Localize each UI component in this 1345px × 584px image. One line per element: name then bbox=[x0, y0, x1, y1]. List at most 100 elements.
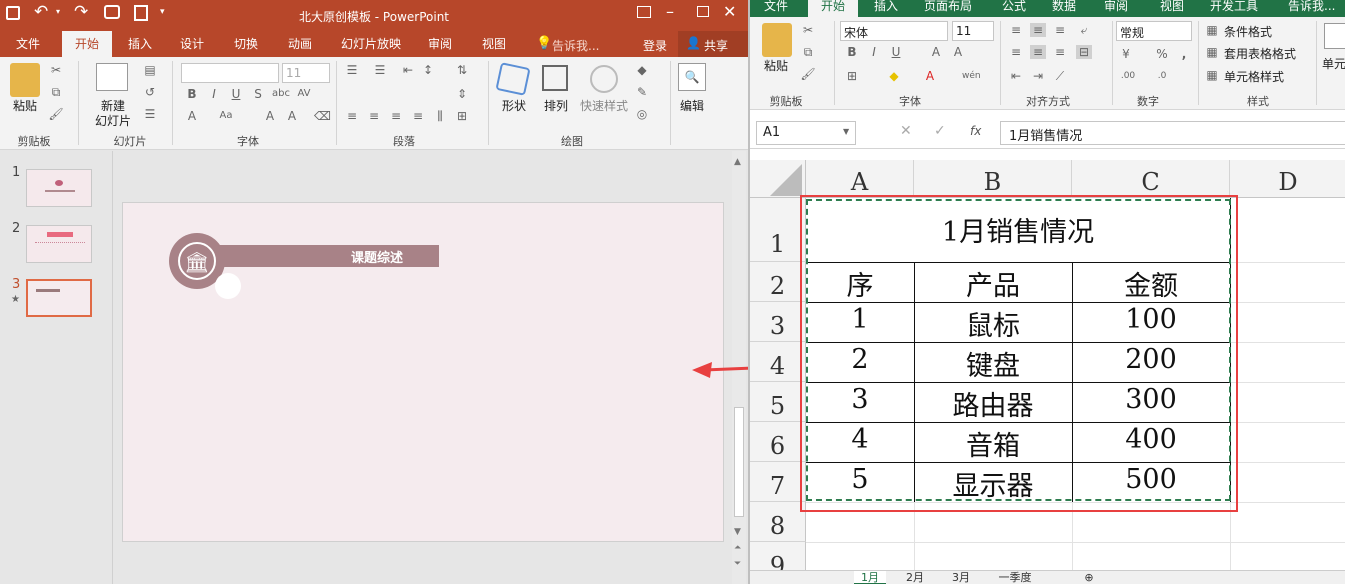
column-header-c[interactable]: C bbox=[1072, 160, 1230, 198]
font-color-icon[interactable]: A bbox=[184, 109, 200, 123]
copy-icon[interactable]: ⧉ bbox=[48, 85, 64, 99]
italic-icon[interactable]: I bbox=[206, 87, 222, 101]
xl-tab-data[interactable]: 数据 bbox=[1052, 0, 1082, 17]
xl-font-name-input[interactable]: 宋体 bbox=[840, 21, 948, 41]
tab-view[interactable]: 视图 bbox=[472, 31, 516, 57]
quick-style-label[interactable]: 快速样式 bbox=[576, 97, 632, 114]
minimize-icon[interactable]: – bbox=[666, 2, 674, 21]
shape-fill-icon[interactable]: ◆ bbox=[634, 63, 650, 77]
slide-thumbnail-2[interactable] bbox=[26, 225, 92, 263]
paste-icon[interactable] bbox=[10, 63, 40, 97]
numbering-icon[interactable]: ☰ bbox=[372, 63, 388, 77]
xl-font-color-icon[interactable]: A bbox=[922, 69, 938, 83]
xl-align-left-icon[interactable]: ≡ bbox=[1008, 45, 1024, 59]
xl-underline-icon[interactable]: U bbox=[888, 45, 904, 59]
xl-copy-icon[interactable]: ⧉ bbox=[800, 45, 816, 59]
shapes-icon[interactable] bbox=[495, 62, 531, 96]
sheet-tab-mar[interactable]: 3月 bbox=[946, 571, 976, 584]
xl-phonetic-icon[interactable]: wén bbox=[962, 69, 981, 83]
font-size-input[interactable]: 11 bbox=[282, 63, 330, 83]
xl-currency-icon[interactable]: ¥ bbox=[1118, 47, 1134, 61]
bold-icon[interactable]: B bbox=[184, 87, 200, 101]
decrease-indent-icon[interactable]: ⇤ bbox=[400, 63, 416, 77]
search-icon[interactable]: 🔍 bbox=[678, 63, 706, 91]
cond-format-icon[interactable]: ▦ bbox=[1204, 23, 1220, 37]
scroll-down-icon[interactable]: ▼ bbox=[734, 527, 741, 537]
xl-percent-icon[interactable]: % bbox=[1154, 47, 1170, 61]
edit-label[interactable]: 编辑 bbox=[676, 97, 708, 114]
columns-icon[interactable]: ⫼ bbox=[432, 109, 448, 123]
xl-font-size-input[interactable]: 11 bbox=[952, 21, 994, 41]
name-box-dropdown-icon[interactable]: ▼ bbox=[843, 127, 849, 136]
xl-tab-page-layout[interactable]: 页面布局 bbox=[924, 0, 984, 17]
cancel-entry-icon[interactable]: ✕ bbox=[900, 123, 912, 139]
tab-design[interactable]: 设计 bbox=[170, 31, 214, 57]
row-header-2[interactable]: 2 bbox=[750, 262, 806, 302]
row-header-4[interactable]: 4 bbox=[750, 342, 806, 382]
xl-increase-decimal-icon[interactable]: .00 bbox=[1120, 69, 1136, 83]
bullets-icon[interactable]: ☰ bbox=[344, 63, 360, 77]
align-center-icon[interactable]: ≡ bbox=[366, 109, 382, 123]
xl-paste-label[interactable]: 粘贴 bbox=[758, 57, 794, 74]
shapes-label[interactable]: 形状 bbox=[494, 97, 534, 114]
xl-wrap-text-icon[interactable]: ⤶ bbox=[1076, 23, 1092, 37]
xl-outdent-icon[interactable]: ⇤ bbox=[1008, 69, 1024, 83]
share-button[interactable]: 👤 共享 bbox=[678, 31, 748, 57]
xl-align-middle-icon[interactable]: ≡ bbox=[1030, 23, 1046, 37]
xl-grow-font-icon[interactable]: A bbox=[928, 45, 944, 59]
column-header-b[interactable]: B bbox=[914, 160, 1072, 198]
tab-slideshow[interactable]: 幻灯片放映 bbox=[334, 31, 408, 57]
paste-label[interactable]: 粘贴 bbox=[8, 97, 42, 114]
formula-input[interactable]: 1月销售情况 bbox=[1000, 121, 1345, 145]
column-header-d[interactable]: D bbox=[1230, 160, 1345, 198]
slide-canvas[interactable]: 课题综述 🏛 bbox=[122, 202, 724, 542]
strikethrough-icon[interactable]: abc bbox=[272, 87, 290, 101]
tell-me-search[interactable]: 告诉我... bbox=[552, 37, 599, 54]
shape-outline-icon[interactable]: ✎ bbox=[634, 85, 650, 99]
xl-tab-formulas[interactable]: 公式 bbox=[1002, 0, 1032, 17]
section-icon[interactable]: ☰ bbox=[142, 107, 158, 121]
arrange-label[interactable]: 排列 bbox=[536, 97, 576, 114]
xl-merge-icon[interactable]: ⊟ bbox=[1076, 45, 1092, 59]
slide-thumbnail-3[interactable] bbox=[26, 279, 92, 317]
xl-tab-file[interactable]: 文件 bbox=[764, 0, 794, 17]
add-sheet-icon[interactable]: ⊕ bbox=[1082, 571, 1096, 584]
maximize-icon[interactable] bbox=[697, 6, 709, 17]
row-header-5[interactable]: 5 bbox=[750, 382, 806, 422]
xl-align-bottom-icon[interactable]: ≡ bbox=[1052, 23, 1068, 37]
tab-review[interactable]: 审阅 bbox=[418, 31, 462, 57]
justify-icon[interactable]: ≡ bbox=[410, 109, 426, 123]
prev-slide-icon[interactable]: ⏶ bbox=[734, 543, 741, 553]
smartart-icon[interactable]: ⊞ bbox=[454, 109, 470, 123]
xl-number-format-select[interactable]: 常规 bbox=[1116, 21, 1192, 41]
cut-icon[interactable]: ✂ bbox=[48, 63, 64, 77]
row-header-8[interactable]: 8 bbox=[750, 502, 806, 542]
xl-fill-color-icon[interactable]: ◆ bbox=[886, 69, 902, 83]
char-spacing-icon[interactable]: AV bbox=[296, 87, 312, 101]
tab-transitions[interactable]: 切换 bbox=[224, 31, 268, 57]
ribbon-display-options-icon[interactable] bbox=[637, 6, 651, 18]
xl-format-painter-icon[interactable]: 🖌 bbox=[800, 67, 816, 81]
xl-tab-developer[interactable]: 开发工具 bbox=[1210, 0, 1266, 17]
change-case-icon[interactable]: Aa bbox=[218, 109, 234, 123]
tab-insert[interactable]: 插入 bbox=[118, 31, 162, 57]
sheet-tab-q1[interactable]: 一季度 bbox=[990, 571, 1040, 584]
xl-cut-icon[interactable]: ✂ bbox=[800, 23, 816, 37]
section-header-label[interactable]: 课题综述 bbox=[351, 247, 403, 266]
row-header-7[interactable]: 7 bbox=[750, 462, 806, 502]
scrollbar-thumb[interactable] bbox=[734, 407, 744, 517]
xl-tab-review[interactable]: 审阅 bbox=[1104, 0, 1134, 17]
sheet-tab-feb[interactable]: 2月 bbox=[900, 571, 930, 584]
reset-icon[interactable]: ↺ bbox=[142, 85, 158, 99]
shape-effects-icon[interactable]: ◎ bbox=[634, 107, 650, 121]
xl-tell-me[interactable]: 告诉我... bbox=[1288, 0, 1335, 12]
row-header-3[interactable]: 3 bbox=[750, 302, 806, 342]
font-name-input[interactable] bbox=[181, 63, 279, 83]
align-left-icon[interactable]: ≡ bbox=[344, 109, 360, 123]
cells-icon[interactable] bbox=[1324, 23, 1345, 49]
arrange-icon[interactable] bbox=[542, 65, 568, 91]
format-painter-icon[interactable]: 🖌 bbox=[48, 107, 64, 121]
scroll-up-icon[interactable]: ▲ bbox=[734, 157, 741, 167]
confirm-entry-icon[interactable]: ✓ bbox=[934, 123, 946, 139]
cell-style-icon[interactable]: ▦ bbox=[1204, 68, 1220, 82]
